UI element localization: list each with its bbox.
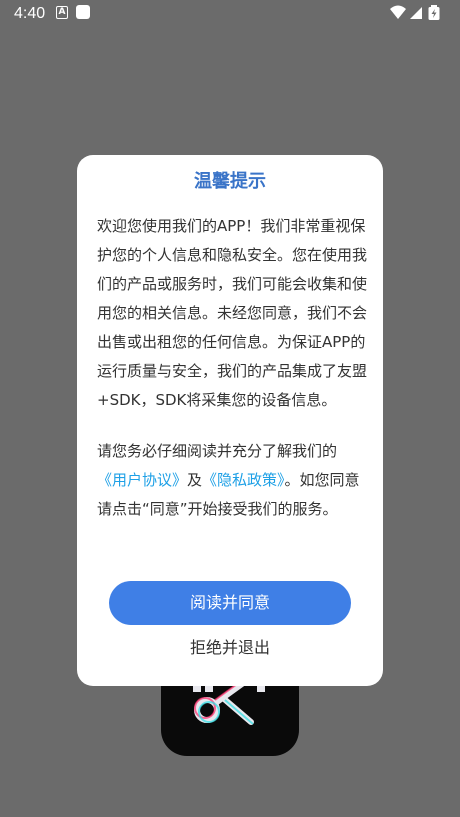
battery-icon — [428, 5, 440, 20]
status-time: 4:40 — [14, 5, 46, 22]
status-bar: 4:40 A — [0, 0, 460, 28]
status-icons — [390, 4, 446, 22]
dialog-body: 欢迎您使用我们的APP！我们非常重视保护您的个人信息和隐私安全。您在使用我们的产… — [97, 212, 367, 524]
privacy-notice-text: 欢迎您使用我们的APP！我们非常重视保护您的个人信息和隐私安全。您在使用我们的产… — [97, 217, 368, 409]
a-notification-icon: A — [56, 6, 68, 19]
dialog-title: 温馨提示 — [194, 171, 266, 192]
privacy-policy-link[interactable]: 《隐私政策》 — [202, 471, 285, 489]
and-text: 及 — [187, 471, 203, 489]
cellular-signal-icon — [410, 7, 422, 19]
user-agreement-link[interactable]: 《用户协议》 — [97, 471, 187, 489]
agreement-notice-prefix: 请您务必仔细阅读并充分了解我们的 — [97, 442, 338, 460]
agreement-notice-paragraph: 请您务必仔细阅读并充分了解我们的《用户协议》及《隐私政策》。如您同意请点击“同意… — [97, 437, 367, 524]
square-notification-icon — [76, 5, 90, 19]
agree-button[interactable]: 阅读并同意 — [109, 581, 351, 625]
privacy-dialog: 温馨提示 欢迎您使用我们的APP！我们非常重视保护您的个人信息和隐私安全。您在使… — [77, 155, 383, 686]
refuse-button[interactable]: 拒绝并退出 — [77, 634, 383, 662]
wifi-icon — [390, 5, 406, 19]
